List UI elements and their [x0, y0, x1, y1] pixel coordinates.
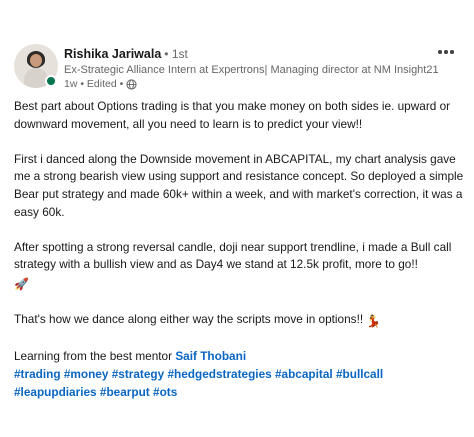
hashtag-link[interactable]: #leapupdiaries	[14, 385, 97, 399]
dot-icon	[444, 50, 448, 54]
mention-link[interactable]: Saif Thobani	[175, 349, 246, 363]
post-body: Best part about Options trading is that …	[14, 98, 464, 401]
author-line: Rishika Jariwala • 1st	[64, 46, 188, 62]
hashtag-link[interactable]: #trading	[14, 367, 61, 381]
dancer-icon: 💃	[366, 314, 382, 329]
mentor-prefix: Learning from the best mentor	[14, 349, 173, 364]
post-timestamp: 1w • Edited •	[64, 78, 124, 90]
post-paragraph-5: Learning from the best mentor Saif Thoba…	[14, 348, 464, 401]
hashtag-link[interactable]: #strategy	[112, 367, 164, 381]
post-meta: 1w • Edited •	[64, 78, 137, 90]
post-paragraph-2: First i danced along the Downside moveme…	[14, 151, 464, 219]
post-paragraph-4: That's how we dance along either way the…	[14, 311, 464, 331]
post-paragraph-4-text: That's how we dance along either way the…	[14, 312, 364, 327]
connection-degree: • 1st	[164, 47, 188, 61]
post-header: Rishika Jariwala • 1st Ex-Strategic Alli…	[14, 44, 462, 94]
hashtag-link[interactable]: #bearput	[100, 385, 150, 399]
author-headline: Ex-Strategic Alliance Intern at Expertro…	[64, 64, 439, 76]
author-name[interactable]: Rishika Jariwala	[64, 47, 161, 61]
hashtag-link[interactable]: #ots	[153, 385, 177, 399]
post-card: Rishika Jariwala • 1st Ex-Strategic Alli…	[0, 0, 474, 437]
post-paragraph-3: After spotting a strong reversal candle,…	[14, 239, 464, 294]
dot-icon	[450, 50, 454, 54]
hashtag-link[interactable]: #bullcall	[336, 367, 383, 381]
dot-icon	[438, 50, 442, 54]
online-status-indicator	[45, 75, 57, 87]
post-paragraph-1: Best part about Options trading is that …	[14, 99, 451, 131]
post-paragraph-3-text: After spotting a strong reversal candle,…	[14, 239, 452, 272]
hashtag-link[interactable]: #hedgedstrategies	[167, 367, 271, 381]
hashtag-link[interactable]: #money	[64, 367, 109, 381]
hashtag-link[interactable]: #abcapital	[275, 367, 333, 381]
more-options-button[interactable]	[434, 44, 458, 60]
rocket-icon: 🚀	[14, 276, 29, 291]
globe-icon	[126, 78, 137, 90]
